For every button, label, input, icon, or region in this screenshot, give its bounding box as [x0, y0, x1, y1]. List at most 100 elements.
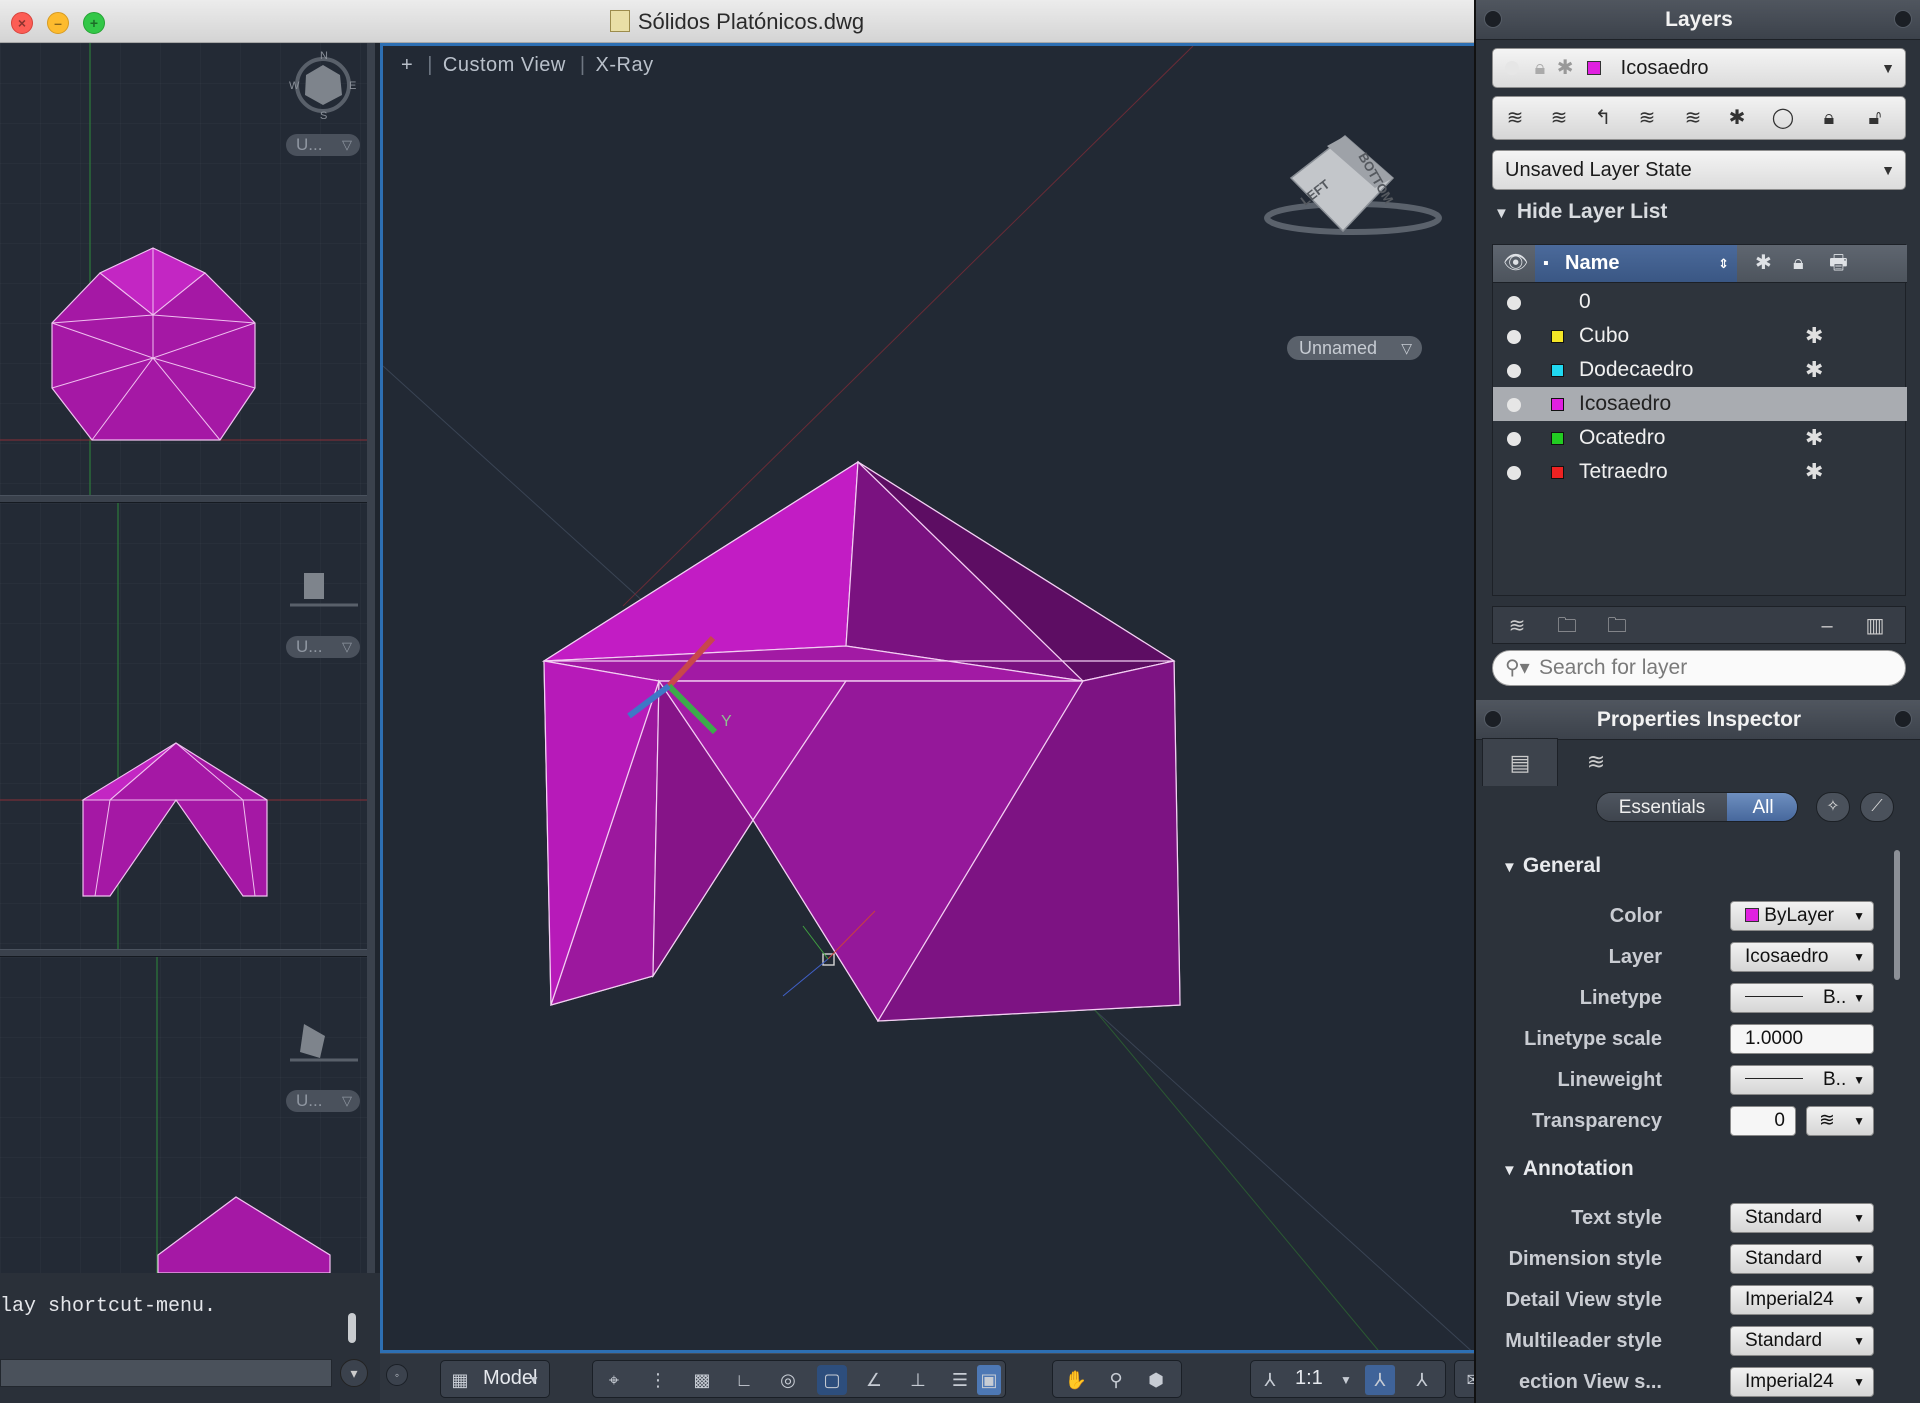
viewport-splitter[interactable] [0, 949, 372, 957]
layer-dropdown[interactable]: Icosaedro ▼ [1730, 942, 1874, 972]
freeze-column-icon[interactable]: ✱ [1755, 245, 1772, 282]
layer-previous-icon[interactable]: ↰ [1587, 103, 1619, 133]
freeze-icon[interactable]: ✱ [1805, 421, 1823, 455]
layer-row[interactable]: Cubo ✱ [1493, 319, 1907, 353]
command-options-button[interactable]: ▾ [340, 1359, 368, 1387]
name-column-header[interactable]: ▪ Name ⇕ [1535, 245, 1737, 282]
match-layer-icon[interactable]: ≋ [1631, 103, 1663, 133]
quick-select-icon[interactable]: ✧ [1816, 792, 1850, 822]
properties-collapse-knob[interactable] [1484, 710, 1502, 728]
select-objects-icon[interactable]: ⟋ [1860, 792, 1894, 822]
main-viewport[interactable]: + | Custom View | X-Ray Y LEFT BOTTOM Un… [380, 43, 1474, 1353]
section-view-style-dropdown[interactable]: Imperial24 ▼ [1730, 1367, 1874, 1397]
transparency-bylayer-dropdown[interactable]: ≋ ▼ [1806, 1106, 1874, 1136]
layer-color-swatch[interactable] [1551, 330, 1564, 343]
snap-grid-icon[interactable]: ⋮ [643, 1365, 673, 1395]
annotation-scale-value[interactable]: 1:1 [1295, 1367, 1323, 1390]
properties-scrollbar[interactable] [1894, 850, 1900, 980]
named-views-dropdown[interactable]: Unnamed [1287, 336, 1422, 360]
plot-column-icon[interactable]: 🖶︎ [1829, 245, 1848, 282]
multileader-style-dropdown[interactable]: Standard ▼ [1730, 1326, 1874, 1356]
layer-color-swatch[interactable] [1551, 432, 1564, 445]
ortho-icon[interactable]: ∟ [729, 1365, 759, 1395]
viewport-left-view-dropdown[interactable]: U... [286, 1090, 360, 1112]
tab-object-properties[interactable]: ▤ [1482, 738, 1558, 786]
layer-row[interactable]: Icosaedro [1493, 387, 1907, 421]
color-dropdown[interactable]: ByLayer ▼ [1730, 901, 1874, 931]
delete-layer-icon[interactable]: ≋ [1543, 103, 1575, 133]
scale-dropdown-arrow[interactable]: ▼ [1331, 1365, 1361, 1395]
layer-color-swatch[interactable] [1551, 398, 1564, 411]
layer-visibility-dot[interactable] [1507, 330, 1521, 344]
new-filter-icon[interactable]: 🗀︎ [1601, 611, 1633, 641]
linetype-dropdown[interactable]: B.. ▼ [1730, 983, 1874, 1013]
layer-visibility-dot[interactable] [1507, 432, 1521, 446]
layer-row[interactable]: Ocatedro ✱ [1493, 421, 1907, 455]
grid-display-icon[interactable]: ▩ [687, 1365, 717, 1395]
layer-visibility-dot[interactable] [1507, 364, 1521, 378]
viewport-top-view-dropdown[interactable]: U... [286, 134, 360, 156]
lineweight-icon[interactable]: ☰ [945, 1365, 975, 1395]
essentials-button[interactable]: Essentials [1597, 793, 1727, 821]
snap-icon[interactable]: ⌖ [599, 1365, 629, 1395]
transparency-icon[interactable]: ▣ [977, 1365, 1001, 1395]
layer-off-icon[interactable]: ◯ [1767, 103, 1799, 133]
freeze-icon[interactable]: ✱ [1805, 353, 1823, 387]
lock-layer-icon[interactable]: 🔒︎ [1813, 103, 1845, 133]
visibility-column-eye-icon[interactable]: 👁︎ [1503, 245, 1528, 282]
layer-color-swatch[interactable] [1551, 364, 1564, 377]
annotation-scale-icon[interactable]: ⅄ [1255, 1365, 1285, 1395]
layer-row[interactable]: Dodecaedro ✱ [1493, 353, 1907, 387]
viewport-front[interactable]: U... [0, 503, 372, 949]
layer-row[interactable]: Tetraedro ✱ [1493, 455, 1907, 489]
object-snap-icon[interactable]: ▢ [817, 1365, 847, 1395]
command-input[interactable] [0, 1359, 332, 1387]
change-to-layer-icon[interactable]: ≋ [1677, 103, 1709, 133]
layers-collapse-knob[interactable] [1484, 10, 1502, 28]
new-group-icon[interactable]: 🗀︎ [1551, 611, 1583, 641]
general-section-toggle[interactable]: ▼ General [1502, 854, 1601, 878]
unlock-layer-icon[interactable]: 🔓︎ [1859, 103, 1891, 133]
current-layer-dropdown[interactable]: 🔒︎ ✱ Icosaedro ▼ [1492, 48, 1906, 88]
linetype-scale-input[interactable]: 1.0000 [1730, 1024, 1874, 1054]
annotation-visibility-icon[interactable]: ⅄ [1365, 1365, 1395, 1395]
delete-layer-footer-icon[interactable]: – [1811, 611, 1843, 641]
annotation-section-toggle[interactable]: ▼ Annotation [1502, 1157, 1634, 1181]
transparency-input[interactable]: 0 [1730, 1106, 1796, 1136]
layer-visibility-dot[interactable] [1507, 296, 1521, 310]
layer-search-field[interactable]: ⚲▾ Search for layer [1492, 650, 1906, 686]
layer-visibility-dot[interactable] [1507, 398, 1521, 412]
statusbar-menu-button[interactable]: ◦ [386, 1364, 408, 1386]
dynamic-ucs-icon[interactable]: ⊥ [903, 1365, 933, 1395]
object-snap-tracking-icon[interactable]: ∠ [859, 1365, 889, 1395]
viewport-top[interactable]: N E S W U... [0, 43, 372, 495]
text-style-dropdown[interactable]: Standard ▼ [1730, 1203, 1874, 1233]
lock-column-icon[interactable]: 🔒︎ [1793, 245, 1804, 282]
properties-close-knob[interactable] [1894, 710, 1912, 728]
viewcube-front[interactable] [304, 573, 324, 599]
tab-layer-properties[interactable]: ≋ [1558, 738, 1634, 786]
auto-scale-icon[interactable]: ⅄ [1407, 1365, 1437, 1395]
layer-row[interactable]: 0 [1493, 285, 1907, 319]
freeze-layer-icon[interactable]: ✱ [1721, 103, 1753, 133]
viewcube-left[interactable] [300, 1024, 325, 1058]
layer-visibility-dot[interactable] [1507, 466, 1521, 480]
lineweight-dropdown[interactable]: B.. ▼ [1730, 1065, 1874, 1095]
polar-tracking-icon[interactable]: ◎ [773, 1365, 803, 1395]
compass-cube[interactable] [305, 65, 342, 105]
new-layer-icon[interactable]: ≋ [1499, 103, 1531, 133]
viewport-splitter[interactable] [0, 495, 372, 503]
all-button[interactable]: All [1727, 793, 1797, 821]
freeze-icon[interactable]: ✱ [1805, 455, 1823, 489]
orbit-icon[interactable]: ⬢ [1141, 1365, 1171, 1395]
layer-color-swatch[interactable] [1551, 466, 1564, 479]
viewport-front-view-dropdown[interactable]: U... [286, 636, 360, 658]
zoom-icon[interactable]: ⚲ [1101, 1365, 1131, 1395]
icosahedron-3d[interactable] [541, 460, 1181, 1023]
layers-close-knob[interactable] [1894, 10, 1912, 28]
pan-icon[interactable]: ✋ [1061, 1365, 1091, 1395]
vertical-splitter[interactable] [367, 43, 375, 1273]
new-layer-footer-icon[interactable]: ≋ [1501, 611, 1533, 641]
layer-state-dropdown[interactable]: Unsaved Layer State ▼ [1492, 150, 1906, 190]
viewport-left[interactable]: U... [0, 957, 372, 1273]
